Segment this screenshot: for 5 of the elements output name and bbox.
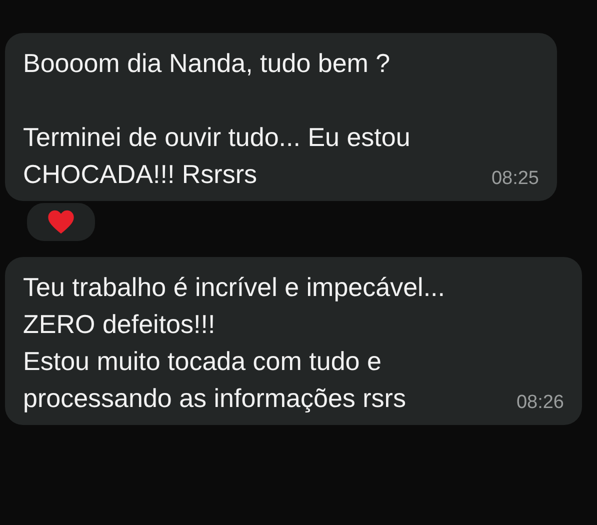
message-time: 08:26	[515, 391, 564, 415]
heart-icon	[47, 209, 75, 235]
message-time: 08:25	[490, 167, 539, 191]
message-text: Boooom dia Nanda, tudo bem ? Terminei de ouvir tudo... Eu estou CHOCADA!!! Rsrsrs	[23, 47, 410, 191]
message-text: Teu trabalho é incrível e impecável... ZERO defeitos!!! Estou muito tocada com tudo e processando as informações rsrs	[23, 271, 445, 415]
